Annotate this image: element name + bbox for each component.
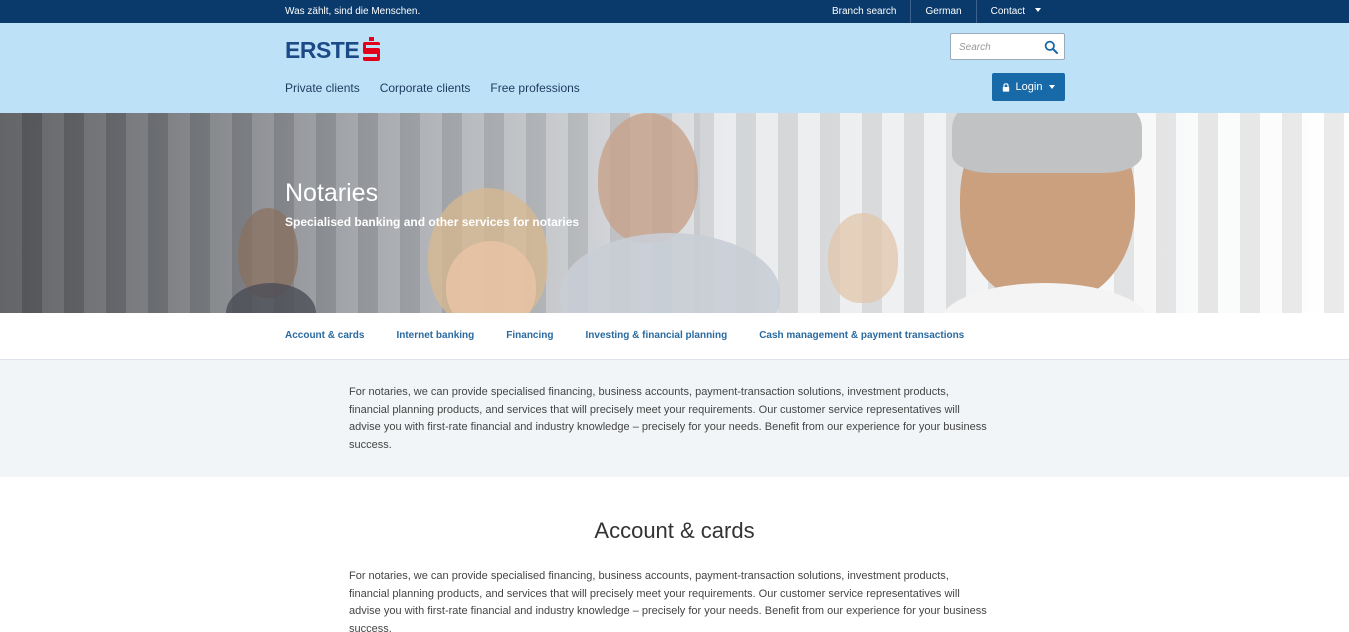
top-bar: Was zählt, sind die Menschen. Branch sea… xyxy=(0,0,1349,23)
nav-private-clients[interactable]: Private clients xyxy=(285,81,360,95)
main-nav: Private clients Corporate clients Free p… xyxy=(285,81,600,95)
hero-photo-person xyxy=(952,113,1142,173)
search-box xyxy=(950,33,1065,60)
contact-dropdown[interactable]: Contact xyxy=(975,0,1055,23)
hero-photo-person xyxy=(598,113,698,243)
intro-text: For notaries, we can provide specialised… xyxy=(349,386,987,451)
language-label: German xyxy=(925,6,962,17)
search-input[interactable] xyxy=(959,39,1039,55)
section-text-account-cards: For notaries, we can provide specialised… xyxy=(349,570,987,632)
branch-search-label: Branch search xyxy=(832,6,897,17)
tab-account-cards[interactable]: Account & cards xyxy=(285,330,364,341)
chevron-down-icon xyxy=(1049,85,1056,89)
tab-cash-management[interactable]: Cash management & payment transactions xyxy=(759,330,964,341)
erste-s-logo-icon xyxy=(363,37,381,61)
logo-text: ERSTE xyxy=(285,36,360,63)
search-icon[interactable] xyxy=(1044,40,1058,54)
tab-financing[interactable]: Financing xyxy=(506,330,553,341)
contact-label: Contact xyxy=(990,6,1026,17)
erste-logo[interactable]: ERSTE xyxy=(285,37,381,63)
section-title-account-cards: Account & cards xyxy=(594,518,755,543)
header: ERSTE Private clients Corporate clients … xyxy=(0,23,1349,113)
page-title: Notaries xyxy=(285,179,379,207)
section-nav: Account & cards Internet banking Financi… xyxy=(0,313,1349,360)
language-link[interactable]: German xyxy=(910,0,975,23)
tab-investing-financial-planning[interactable]: Investing & financial planning xyxy=(586,330,728,341)
hero-banner: Notaries Specialised banking and other s… xyxy=(0,113,1349,313)
section-tabs: Account & cards Internet banking Financi… xyxy=(285,330,996,341)
branch-search-link[interactable]: Branch search xyxy=(818,0,910,23)
login-label: Login xyxy=(1015,81,1043,93)
intro-section: For notaries, we can provide specialised… xyxy=(0,360,1349,477)
chevron-down-icon xyxy=(1035,8,1042,13)
lock-icon xyxy=(1002,82,1009,92)
page-subtitle: Specialised banking and other services f… xyxy=(285,215,580,229)
login-button[interactable]: Login xyxy=(992,73,1065,101)
nav-free-professions[interactable]: Free professions xyxy=(490,81,579,95)
top-links: Branch search German Contact xyxy=(818,0,1055,23)
hero-photo-person xyxy=(828,213,898,303)
slogan: Was zählt, sind die Menschen. xyxy=(285,6,421,17)
tab-internet-banking[interactable]: Internet banking xyxy=(396,330,474,341)
nav-corporate-clients[interactable]: Corporate clients xyxy=(380,81,471,95)
